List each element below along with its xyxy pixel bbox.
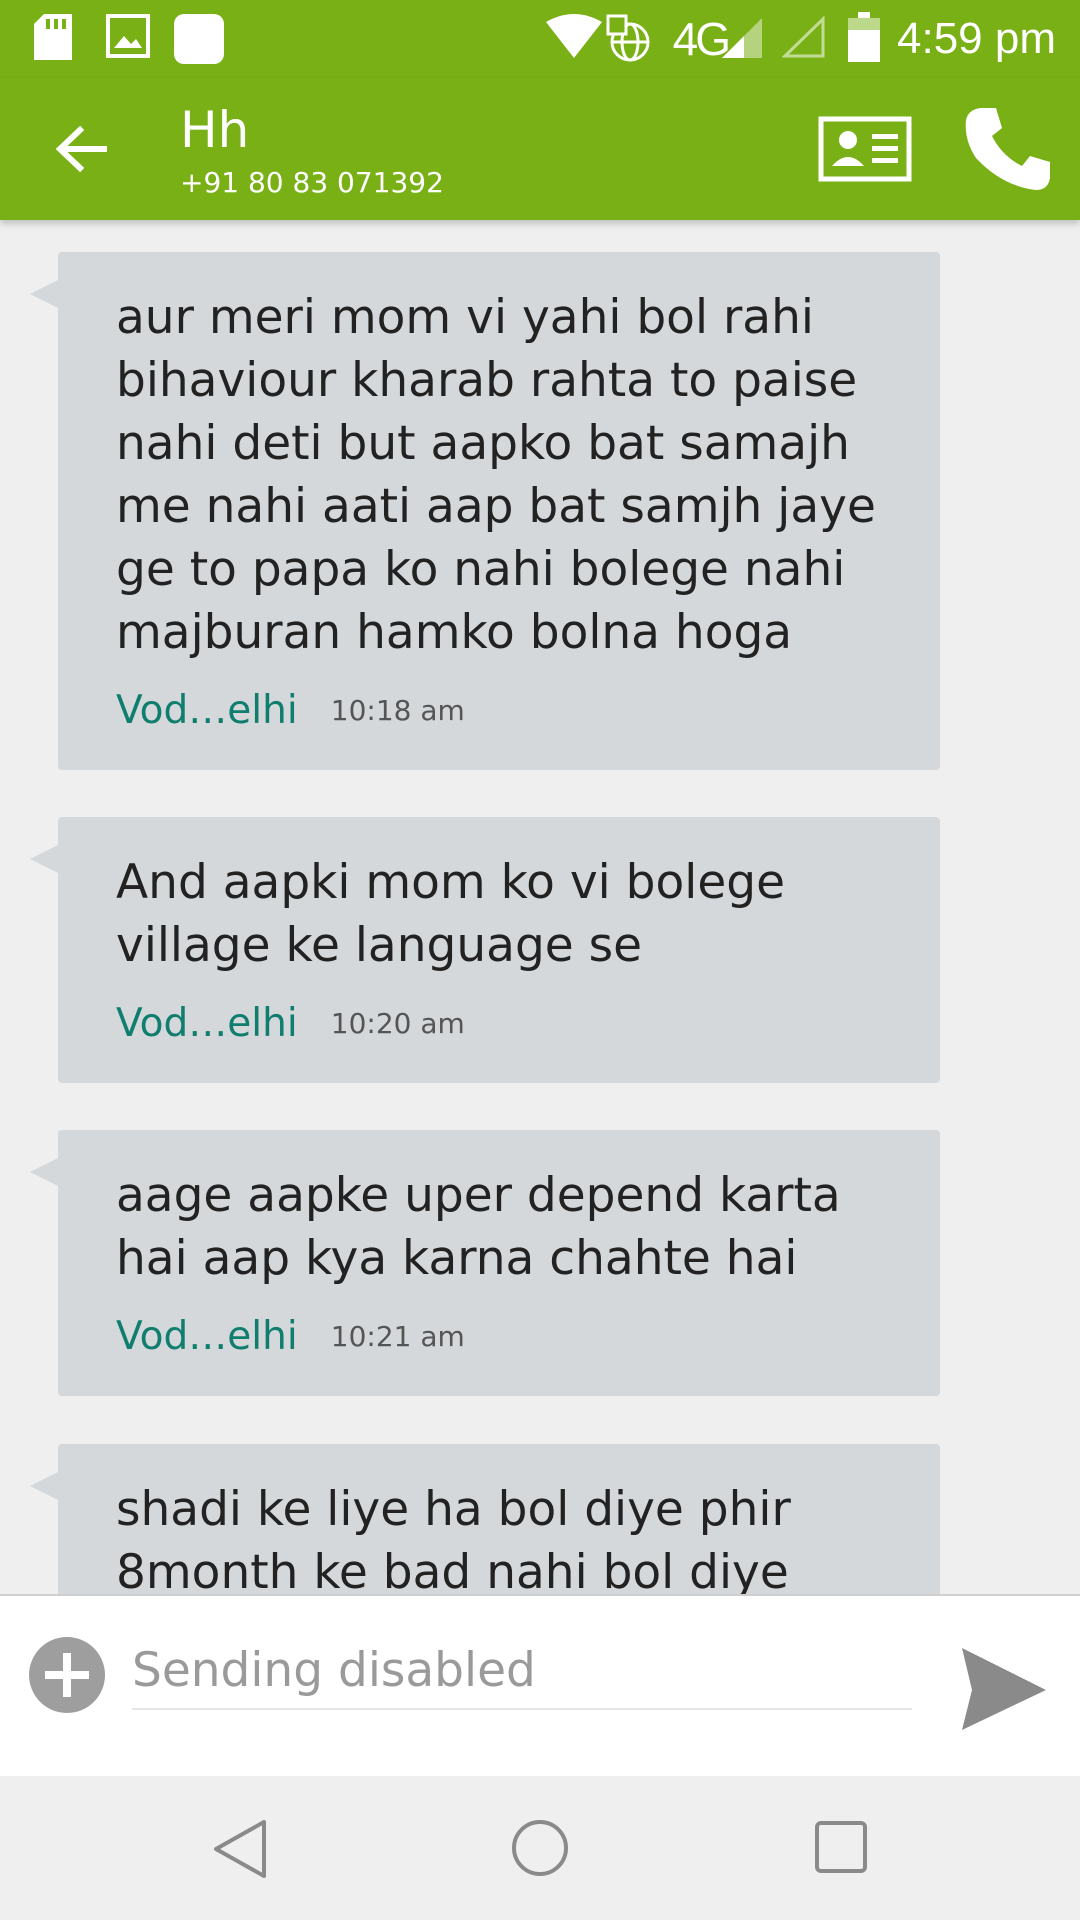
send-icon <box>962 1648 1046 1730</box>
call-button[interactable] <box>962 104 1054 194</box>
plus-circle-icon <box>29 1637 105 1713</box>
message-text: And aapki mom ko vi bolege village ke la… <box>116 855 785 973</box>
app-icon <box>174 14 224 64</box>
nav-back-icon <box>214 1820 266 1878</box>
message-time: 10:21 am <box>330 1320 465 1353</box>
message-sender: Vod…elhi <box>116 1001 298 1046</box>
message-time: 10:20 am <box>330 1007 465 1040</box>
conversation-header: Hh +91 80 83 071392 <box>0 78 1080 220</box>
message-sender: Vod…elhi <box>116 1314 298 1359</box>
message-meta: Vod…elhi 10:21 am <box>116 1314 882 1360</box>
clock: 4:59 pm <box>897 14 1056 63</box>
message-text: aage aapke uper depend karta hai aap kya… <box>116 1168 841 1286</box>
arrow-left-icon <box>55 125 107 173</box>
message-input[interactable] <box>132 1632 912 1710</box>
nav-home-icon <box>512 1820 568 1876</box>
image-icon <box>106 14 150 58</box>
sd-card-icon <box>34 14 72 60</box>
status-bar: 4G 4:59 pm <box>0 0 1080 78</box>
wifi-icon <box>546 14 602 58</box>
network-type-label: 4G <box>672 13 731 65</box>
compose-bar <box>0 1594 1080 1776</box>
message-bubble[interactable]: aage aapke uper depend karta hai aap kya… <box>30 1130 940 1396</box>
contact-number: +91 80 83 071392 <box>180 166 444 199</box>
message-text: aur meri mom vi yahi bol rahi bihaviour … <box>116 290 876 660</box>
message-meta: Vod…elhi 10:20 am <box>116 1001 882 1047</box>
send-button[interactable] <box>958 1644 1048 1734</box>
message-bubble[interactable]: aur meri mom vi yahi bol rahi bihaviour … <box>30 252 940 770</box>
globe-icon <box>606 14 652 64</box>
message-time: 10:18 am <box>330 694 465 727</box>
contact-name: Hh <box>180 101 250 159</box>
attach-button[interactable] <box>28 1636 106 1714</box>
navigation-bar <box>0 1776 1080 1920</box>
battery-icon <box>848 12 880 62</box>
contact-card-icon <box>818 116 912 182</box>
message-list[interactable]: aur meri mom vi yahi bol rahi bihaviour … <box>0 220 1080 1594</box>
message-text: shadi ke liye ha bol diye phir 8month ke… <box>116 1482 791 1594</box>
contact-details-button[interactable] <box>818 116 912 182</box>
nav-home-button[interactable] <box>510 1818 570 1878</box>
nav-recents-icon <box>815 1821 867 1873</box>
message-meta: Vod…elhi 10:18 am <box>116 688 882 734</box>
message-bubble[interactable]: shadi ke liye ha bol diye phir 8month ke… <box>30 1444 940 1594</box>
message-bubble[interactable]: And aapki mom ko vi bolege village ke la… <box>30 817 940 1083</box>
signal-icon <box>722 18 762 58</box>
nav-back-button[interactable] <box>210 1818 270 1880</box>
signal-empty-icon <box>781 15 826 58</box>
back-button[interactable] <box>48 116 114 182</box>
message-sender: Vod…elhi <box>116 688 298 733</box>
nav-recents-button[interactable] <box>814 1820 868 1874</box>
phone-icon <box>965 108 1050 190</box>
